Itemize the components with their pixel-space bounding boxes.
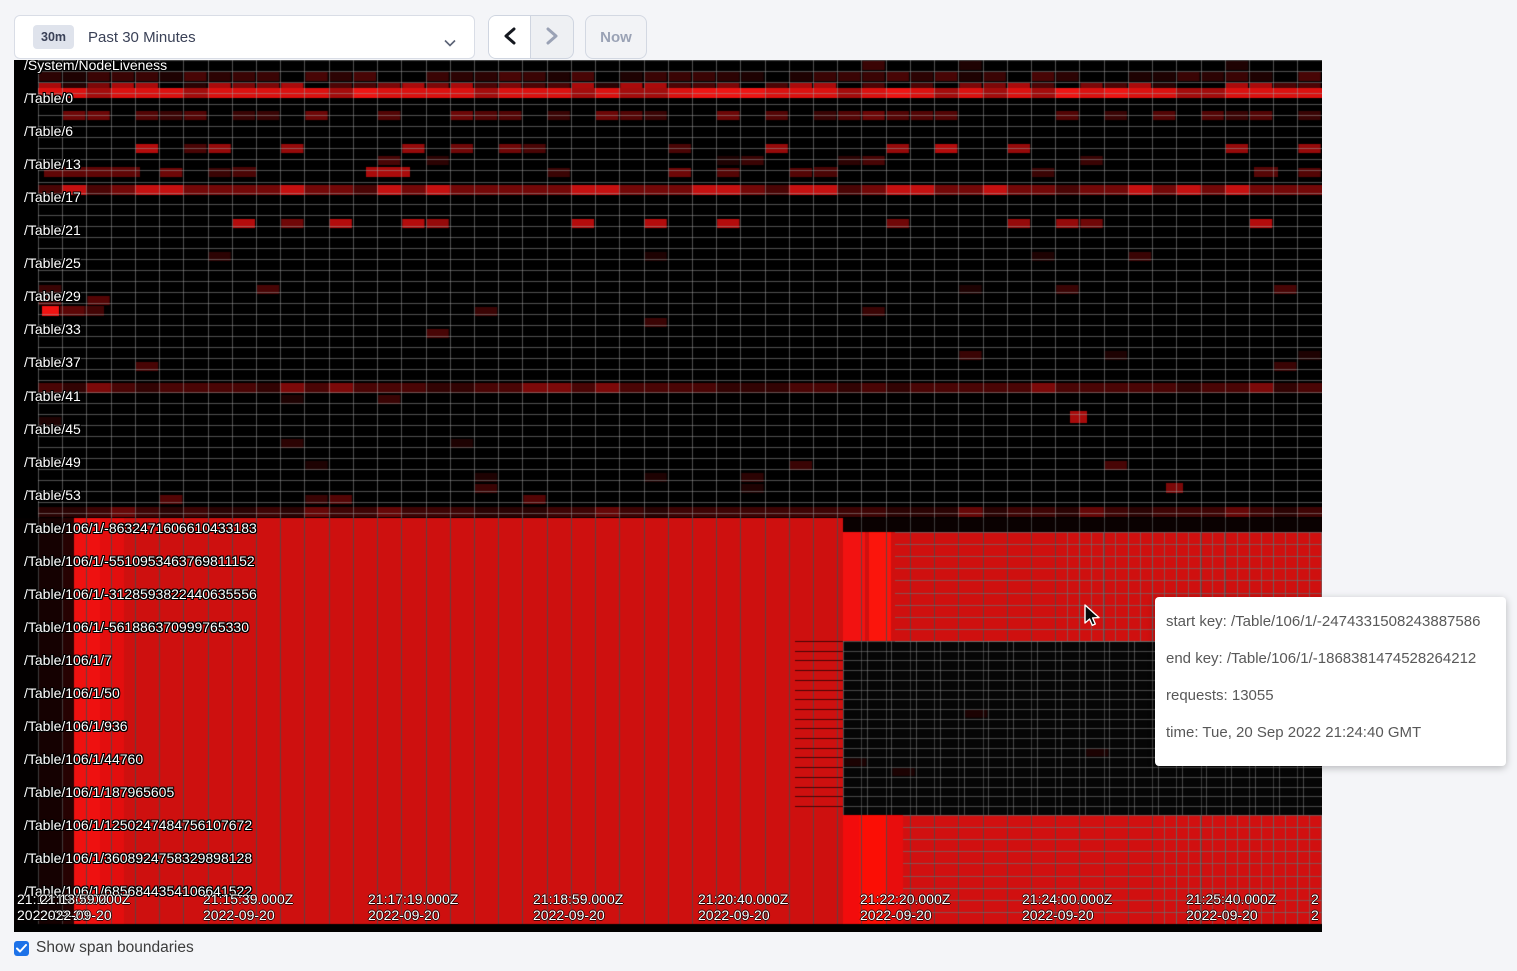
row-label: /Table/106/1/1250247484756107672 <box>24 817 252 833</box>
time-range-badge: 30m <box>33 25 74 49</box>
chevron-right-icon <box>546 27 559 48</box>
time-range-dropdown[interactable]: 30m Past 30 Minutes <box>14 15 475 59</box>
row-label: /Table/106/1/3608924758329898128 <box>24 850 252 866</box>
prev-time-button[interactable] <box>489 16 531 58</box>
next-time-button[interactable] <box>531 16 573 58</box>
row-label: /Table/33 <box>24 321 81 337</box>
row-label: /Table/106/1/936 <box>24 718 128 734</box>
row-label: /Table/25 <box>24 255 81 271</box>
x-axis-tick: 21:18:59.000Z2022-09-20 <box>533 891 623 923</box>
x-axis-tick: 21:25:40.000Z2022-09-20 <box>1186 891 1276 923</box>
row-label: /Table/106/1/187965605 <box>24 784 174 800</box>
chevron-left-icon <box>503 27 516 48</box>
x-axis-tick: 21:13:59.000Z2022-09-20 <box>40 891 130 923</box>
tooltip-time: time: Tue, 20 Sep 2022 21:24:40 GMT <box>1166 714 1495 751</box>
tooltip-end-key: end key: /Table/106/1/-18683814745282642… <box>1166 640 1495 677</box>
time-range-label: Past 30 Minutes <box>88 29 196 46</box>
row-label: /Table/106/1/44760 <box>24 751 143 767</box>
time-nav-group <box>488 15 574 59</box>
mouse-cursor-icon <box>1080 603 1104 634</box>
row-label: /Table/106/1/7 <box>24 652 112 668</box>
row-label: /Table/29 <box>24 288 81 304</box>
now-button[interactable]: Now <box>585 15 647 59</box>
row-label: /Table/106/1/-8632471606610433183 <box>24 520 257 536</box>
x-axis-tick: 22 <box>1311 891 1319 923</box>
row-label: /Table/13 <box>24 156 81 172</box>
show-span-boundaries-toggle: Show span boundaries <box>14 939 194 957</box>
row-label: /Table/17 <box>24 189 81 205</box>
row-label: /Table/53 <box>24 487 81 503</box>
key-visualizer-heatmap[interactable]: /System/NodeLiveness/Table/0/Table/6/Tab… <box>14 60 1322 932</box>
row-label: /System/NodeLiveness <box>24 60 167 73</box>
row-label: /Table/37 <box>24 354 81 370</box>
heatmap-canvas[interactable] <box>14 60 1322 932</box>
chevron-down-icon <box>444 34 456 52</box>
row-label: /Table/41 <box>24 388 81 404</box>
row-label: /Table/49 <box>24 454 81 470</box>
row-label: /Table/106/1/-561886370999765330 <box>24 619 249 635</box>
hover-tooltip: start key: /Table/106/1/-247433150824388… <box>1155 597 1506 766</box>
row-label: /Table/21 <box>24 222 81 238</box>
show-span-boundaries-label: Show span boundaries <box>36 939 194 957</box>
tooltip-requests: requests: 13055 <box>1166 677 1495 714</box>
row-label: /Table/45 <box>24 421 81 437</box>
check-icon <box>16 944 27 953</box>
row-label: /Table/106/1/-3128593822440635556 <box>24 586 257 602</box>
row-label: /Table/106/1/-5510953463769811152 <box>24 553 255 569</box>
tooltip-start-key: start key: /Table/106/1/-247433150824388… <box>1166 603 1495 640</box>
x-axis-tick: 21:15:39.000Z2022-09-20 <box>203 891 293 923</box>
show-span-boundaries-checkbox[interactable] <box>14 941 29 956</box>
x-axis-tick: 21:22:20.000Z2022-09-20 <box>860 891 950 923</box>
row-label: /Table/0 <box>24 90 73 106</box>
x-axis-tick: 21:17:19.000Z2022-09-20 <box>368 891 458 923</box>
x-axis-tick: 21:24:00.000Z2022-09-20 <box>1022 891 1112 923</box>
row-label: /Table/106/1/50 <box>24 685 120 701</box>
x-axis-tick: 21:20:40.000Z2022-09-20 <box>698 891 788 923</box>
row-label: /Table/6 <box>24 123 73 139</box>
